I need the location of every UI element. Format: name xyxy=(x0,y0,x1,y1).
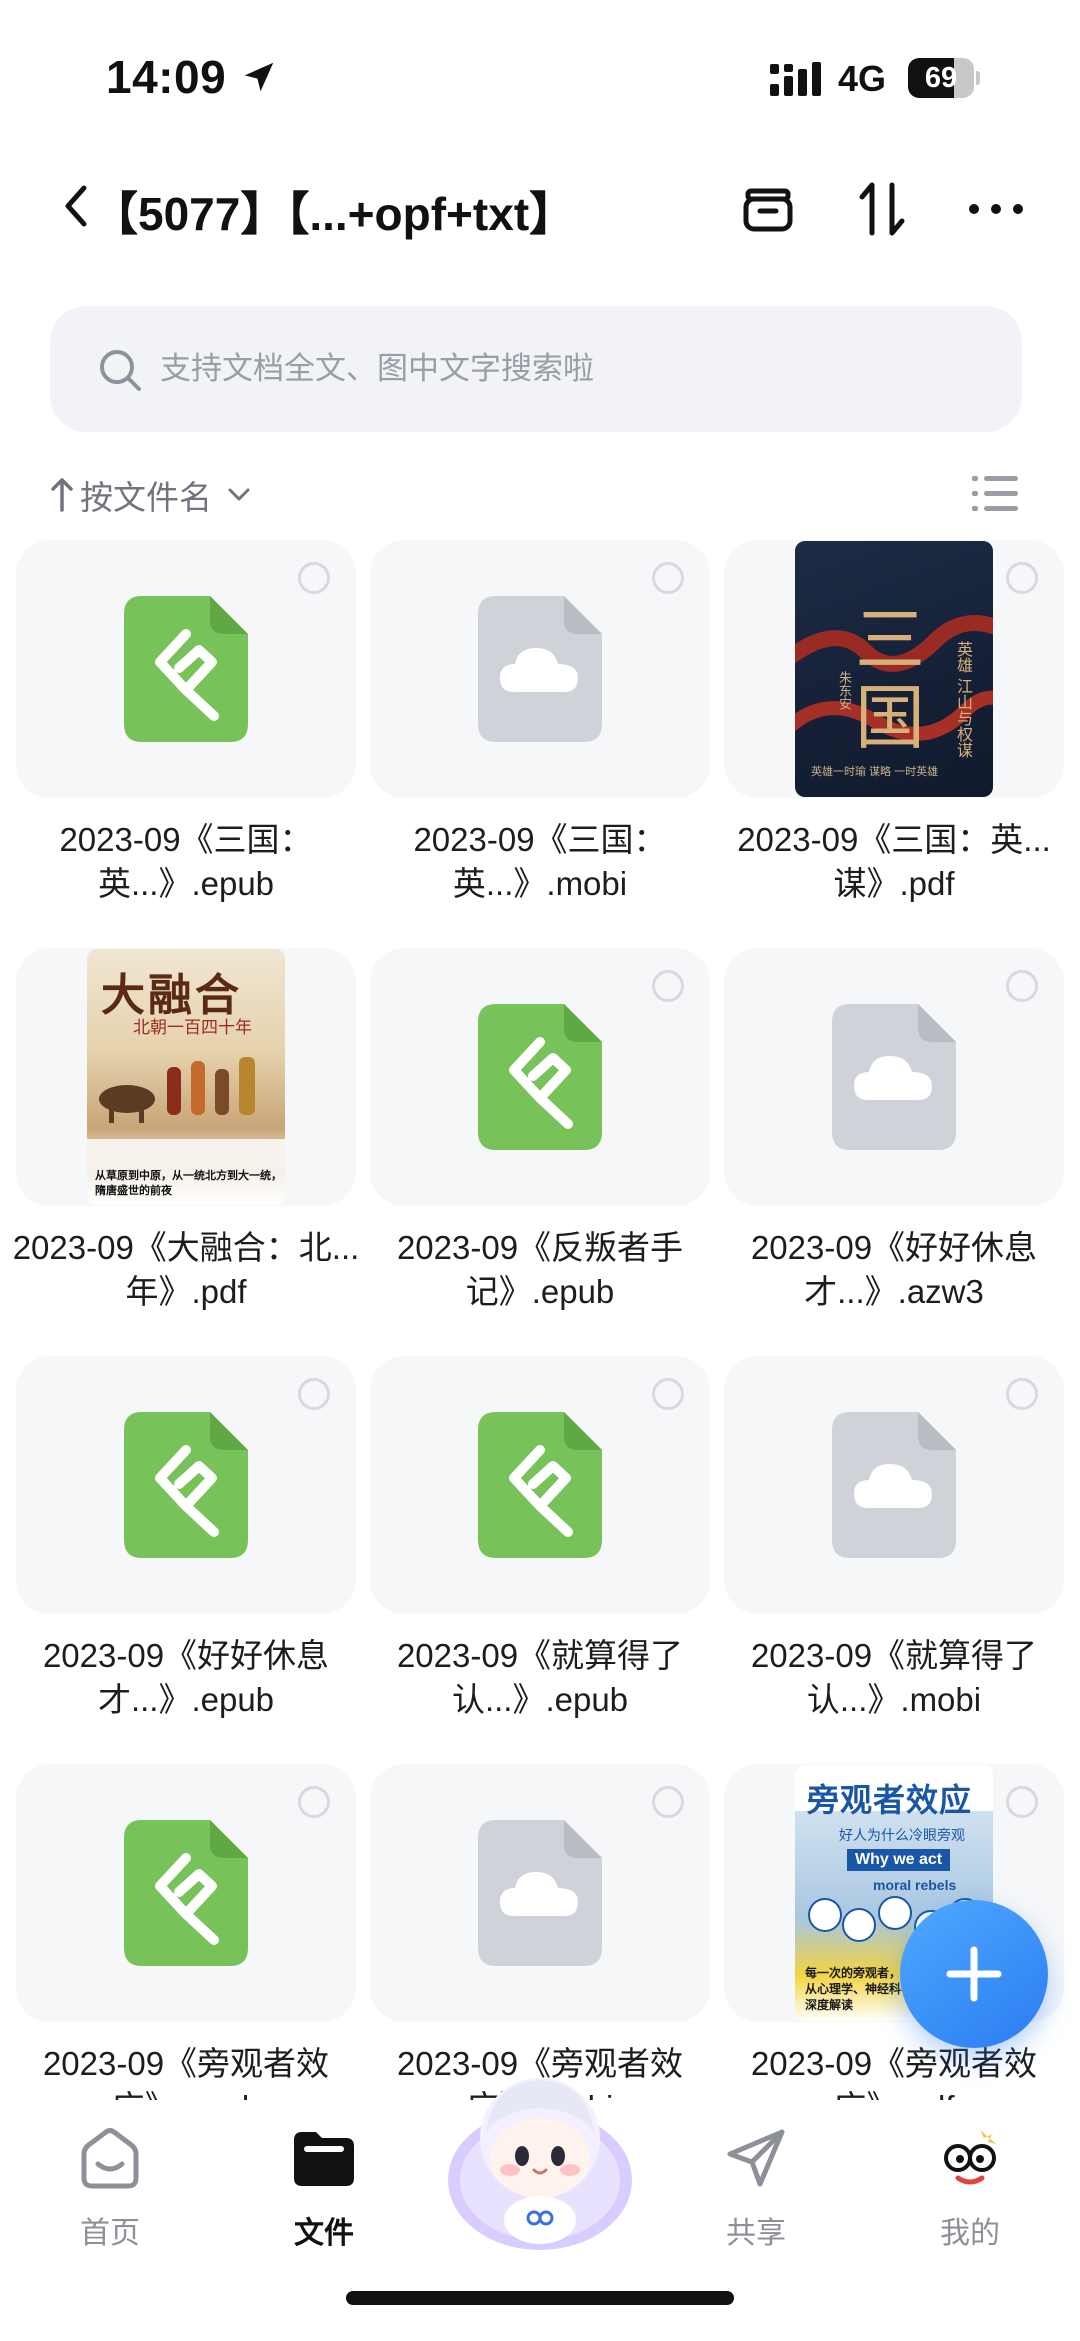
file-card[interactable]: 大融合 北朝一百四十年 从草原到中原，从一统北方到大一统， 隋唐盛世的前夜 20… xyxy=(13,948,359,1328)
file-card[interactable]: 2023-09《旁观者效应》.epub xyxy=(16,1764,356,2100)
sort-control[interactable]: 按文件名 xyxy=(50,470,254,520)
file-name: 2023-09《旁观者效应》.pdf xyxy=(750,2045,1038,2100)
epub-file-icon xyxy=(124,596,248,742)
tab-label: 首页 xyxy=(80,2217,140,2250)
home-indicator xyxy=(346,2291,734,2305)
cloud-file-icon xyxy=(832,1004,956,1150)
file-thumbnail: 大融合 北朝一百四十年 从草原到中原，从一统北方到大一统， 隋唐盛世的前夜 xyxy=(16,948,356,1206)
share-icon xyxy=(727,2129,785,2187)
archive-icon xyxy=(743,188,793,232)
file-name: 2023-09《三国：英...谋》.pdf xyxy=(737,821,1051,902)
status-bar: 14:09 4G 69 xyxy=(0,0,1080,150)
sort-order-button[interactable] xyxy=(851,178,913,240)
chevron-down-icon xyxy=(228,488,250,501)
search-input[interactable] xyxy=(160,332,980,406)
folder-title: 【5077】【...+opf+txt】 xyxy=(92,188,576,240)
file-name: 2023-09《好好休息才...》.azw3 xyxy=(750,1229,1038,1310)
select-checkbox[interactable] xyxy=(298,562,330,594)
file-card[interactable]: 2023-09《旁观者效应》.mobi xyxy=(370,1764,710,2100)
file-card[interactable]: 2023-09《三国：英...》.mobi xyxy=(370,540,710,920)
tab-label: 我的 xyxy=(940,2217,1000,2250)
cover-title: 旁观者效应 xyxy=(807,1782,973,1818)
file-card[interactable]: 2023-09《好好休息才...》.azw3 xyxy=(724,948,1064,1328)
sort-up-arrow-icon xyxy=(51,478,73,512)
cover-english-subtitle: moral rebels xyxy=(873,1877,957,1893)
file-card[interactable]: 2023-09《三国：英...》.epub xyxy=(16,540,356,920)
select-checkbox[interactable] xyxy=(652,1378,684,1410)
file-grid: 2023-09《三国：英...》.epub 2023-09《三国：英...》.m… xyxy=(0,540,1080,2100)
more-button[interactable] xyxy=(965,178,1027,240)
cover-author: 朱东安 xyxy=(837,671,852,710)
archive-button[interactable] xyxy=(737,178,799,240)
select-checkbox[interactable] xyxy=(652,970,684,1002)
sort-label: 按文件名 xyxy=(80,479,212,516)
status-time: 14:09 xyxy=(106,51,227,103)
back-chevron-icon[interactable] xyxy=(58,182,94,230)
nav-bar: 【5077】【...+opf+txt】 xyxy=(0,160,1080,250)
battery-icon: 69 xyxy=(908,58,980,98)
epub-file-icon xyxy=(124,1412,248,1558)
file-card[interactable]: 三国 英雄 江山与权谋 朱东安 英雄一时瑜 谋略 一时英雄 2023-09《三国… xyxy=(724,540,1064,920)
epub-file-icon xyxy=(478,1004,602,1150)
book-cover-image: 大融合 北朝一百四十年 从草原到中原，从一统北方到大一统， 隋唐盛世的前夜 xyxy=(87,949,285,1205)
cover-subtitle: 北朝一百四十年 xyxy=(133,1018,252,1038)
select-checkbox[interactable] xyxy=(1006,1378,1038,1410)
home-icon xyxy=(81,2128,139,2189)
cloud-file-icon xyxy=(478,596,602,742)
cover-subtitle: 好人为什么冷眼旁观 xyxy=(839,1827,965,1843)
epub-file-icon xyxy=(478,1412,602,1558)
select-checkbox[interactable] xyxy=(652,1786,684,1818)
file-card[interactable]: 2023-09《好好休息才...》.epub xyxy=(16,1356,356,1736)
location-arrow-icon xyxy=(244,62,274,92)
cloud-file-icon xyxy=(478,1820,602,1966)
cover-english-title: Why we act xyxy=(847,1849,951,1871)
select-checkbox[interactable] xyxy=(298,1786,330,1818)
select-checkbox[interactable] xyxy=(652,562,684,594)
book-cover-image: 三国 英雄 江山与权谋 朱东安 英雄一时瑜 谋略 一时英雄 xyxy=(795,541,993,797)
assistant-mascot-icon[interactable] xyxy=(440,2060,640,2260)
file-name: 2023-09《反叛者手记》.epub xyxy=(396,1229,684,1310)
tab-home[interactable]: 首页 xyxy=(40,2124,180,2254)
add-button[interactable] xyxy=(900,1900,1048,2048)
battery-level: 69 xyxy=(924,62,958,94)
select-checkbox[interactable] xyxy=(1006,1786,1038,1818)
file-name: 2023-09《大融合：北...年》.pdf xyxy=(12,1229,360,1310)
file-name: 2023-09《就算得了认...》.mobi xyxy=(750,1637,1038,1718)
cover-footer: 英雄一时瑜 谋略 一时英雄 xyxy=(811,766,939,778)
tab-label: 文件 xyxy=(294,2217,354,2250)
file-name: 2023-09《旁观者效应》.epub xyxy=(42,2045,330,2100)
epub-file-icon xyxy=(124,1820,248,1966)
list-view-icon[interactable] xyxy=(972,474,1018,514)
select-checkbox[interactable] xyxy=(1006,970,1038,1002)
tab-label: 共享 xyxy=(726,2217,786,2250)
search-icon xyxy=(100,350,141,391)
tab-share[interactable]: 共享 xyxy=(686,2124,826,2254)
file-name: 2023-09《就算得了认...》.epub xyxy=(396,1637,684,1718)
cloud-file-icon xyxy=(832,1412,956,1558)
file-name: 2023-09《三国：英...》.mobi xyxy=(413,821,667,902)
search-bar[interactable] xyxy=(50,306,1022,432)
more-dots-icon xyxy=(969,204,1023,214)
cover-footer: 从草原到中原，从一统北方到大一统， 隋唐盛世的前夜 xyxy=(95,1170,282,1197)
profile-icon xyxy=(944,2130,996,2185)
sort-arrows-icon xyxy=(859,182,905,236)
tab-profile[interactable]: 我的 xyxy=(900,2124,1040,2254)
tab-files[interactable]: 文件 xyxy=(254,2124,394,2254)
plus-icon xyxy=(946,1946,1002,2002)
select-checkbox[interactable] xyxy=(1006,562,1038,594)
file-card[interactable]: 2023-09《就算得了认...》.epub xyxy=(370,1356,710,1736)
network-type: 4G xyxy=(838,58,887,99)
file-card[interactable]: 2023-09《反叛者手记》.epub xyxy=(370,948,710,1328)
file-name: 2023-09《好好休息才...》.epub xyxy=(42,1637,330,1718)
select-checkbox[interactable] xyxy=(298,1378,330,1410)
folder-icon xyxy=(294,2132,354,2186)
file-name: 2023-09《三国：英...》.epub xyxy=(59,821,313,902)
cover-subtitle: 英雄 江山与权谋 xyxy=(954,641,973,759)
signal-icon xyxy=(770,62,821,96)
file-card[interactable]: 2023-09《就算得了认...》.mobi xyxy=(724,1356,1064,1736)
